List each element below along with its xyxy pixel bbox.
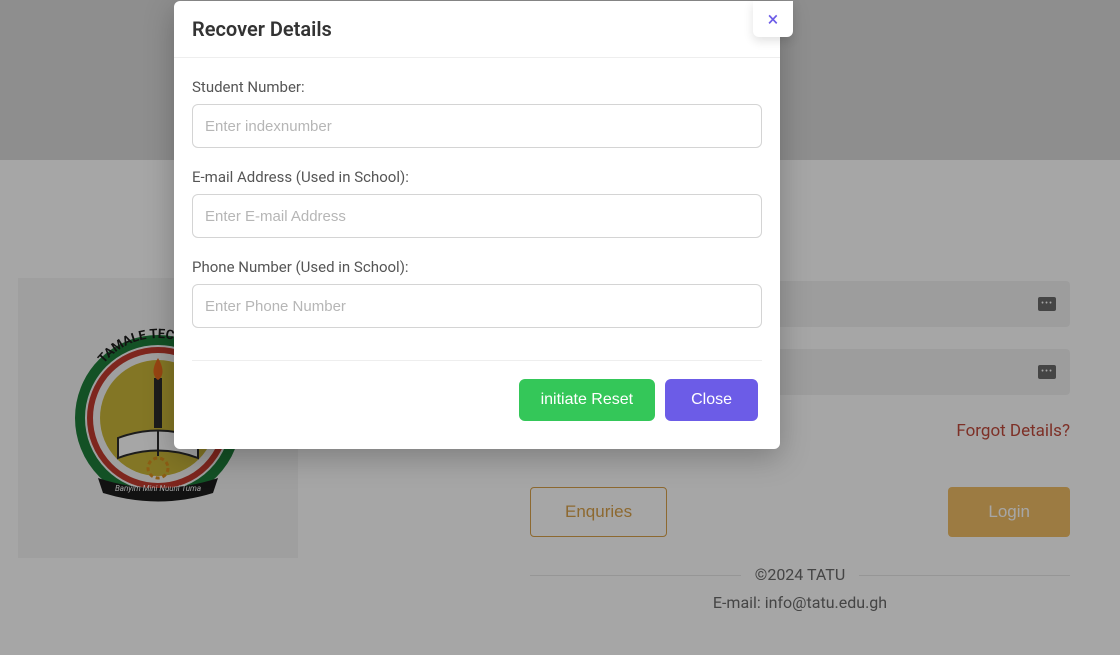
email-input[interactable] xyxy=(192,194,762,238)
modal-close-button[interactable]: × xyxy=(753,1,793,37)
student-number-input[interactable] xyxy=(192,104,762,148)
email-label: E-mail Address (Used in School): xyxy=(192,168,762,186)
recover-details-modal: × Recover Details Student Number: E-mail… xyxy=(174,1,780,449)
modal-title: Recover Details xyxy=(174,1,780,58)
phone-input[interactable] xyxy=(192,284,762,328)
close-button[interactable]: Close xyxy=(665,379,758,421)
phone-label: Phone Number (Used in School): xyxy=(192,258,762,276)
close-icon: × xyxy=(768,7,779,31)
initiate-reset-button[interactable]: initiate Reset xyxy=(519,379,656,421)
student-number-label: Student Number: xyxy=(192,78,762,96)
